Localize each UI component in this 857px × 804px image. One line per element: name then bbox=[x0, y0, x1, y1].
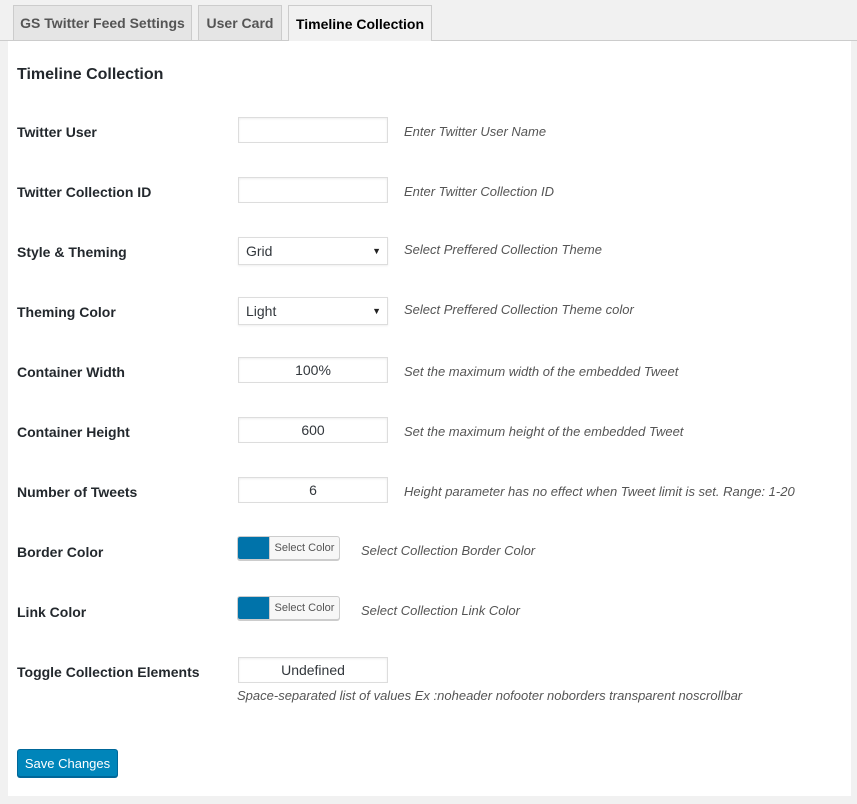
link-color-label: Link Color bbox=[17, 604, 87, 620]
link-color-picker-button[interactable]: Select Color bbox=[237, 596, 340, 620]
number-of-tweets-input[interactable] bbox=[238, 477, 388, 503]
border-color-swatch bbox=[238, 537, 270, 559]
collection-id-description: Enter Twitter Collection ID bbox=[404, 184, 555, 199]
border-color-picker-button[interactable]: Select Color bbox=[237, 536, 340, 560]
container-width-input[interactable] bbox=[238, 357, 388, 383]
tab-timeline-collection[interactable]: Timeline Collection bbox=[288, 5, 432, 41]
toggle-elements-label: Toggle Collection Elements bbox=[17, 664, 200, 680]
number-of-tweets-label: Number of Tweets bbox=[17, 484, 138, 500]
twitter-user-input[interactable] bbox=[238, 117, 388, 143]
section-title: Timeline Collection bbox=[17, 66, 164, 83]
toggle-elements-input[interactable] bbox=[238, 657, 388, 683]
style-theming-select[interactable]: Grid ▼ bbox=[238, 237, 388, 265]
link-color-description: Select Collection Link Color bbox=[361, 603, 520, 618]
dropdown-arrow-icon: ▼ bbox=[372, 306, 381, 316]
border-color-description: Select Collection Border Color bbox=[361, 543, 536, 558]
collection-id-input[interactable] bbox=[238, 177, 388, 203]
settings-panel: Timeline Collection Twitter User Enter T… bbox=[8, 41, 851, 796]
border-color-button-label: Select Color bbox=[274, 542, 335, 554]
container-width-label: Container Width bbox=[17, 364, 125, 380]
style-theming-value: Grid bbox=[246, 243, 273, 259]
container-height-input[interactable] bbox=[238, 417, 388, 443]
tab-user-card[interactable]: User Card bbox=[198, 5, 282, 40]
style-theming-description: Select Preffered Collection Theme bbox=[404, 242, 602, 257]
link-color-swatch bbox=[238, 597, 270, 619]
number-of-tweets-description: Height parameter has no effect when Twee… bbox=[404, 484, 795, 499]
style-theming-label: Style & Theming bbox=[17, 244, 127, 260]
theming-color-label: Theming Color bbox=[17, 304, 116, 320]
container-width-description: Set the maximum width of the embedded Tw… bbox=[404, 364, 679, 379]
dropdown-arrow-icon: ▼ bbox=[372, 246, 381, 256]
twitter-user-label: Twitter User bbox=[17, 124, 97, 140]
tab-gs-twitter-feed-settings[interactable]: GS Twitter Feed Settings bbox=[13, 5, 192, 40]
border-color-label: Border Color bbox=[17, 544, 104, 560]
link-color-button-label: Select Color bbox=[274, 602, 335, 614]
theming-color-description: Select Preffered Collection Theme color bbox=[404, 302, 634, 317]
save-changes-button[interactable]: Save Changes bbox=[17, 749, 118, 777]
container-height-label: Container Height bbox=[17, 424, 130, 440]
twitter-user-description: Enter Twitter User Name bbox=[404, 124, 547, 139]
collection-id-label: Twitter Collection ID bbox=[17, 184, 152, 200]
container-height-description: Set the maximum height of the embedded T… bbox=[404, 424, 684, 439]
tab-bar: GS Twitter Feed Settings User Card Timel… bbox=[0, 0, 857, 41]
toggle-elements-description: Space-separated list of values Ex :nohea… bbox=[237, 688, 743, 703]
theming-color-value: Light bbox=[246, 303, 277, 319]
theming-color-select[interactable]: Light ▼ bbox=[238, 297, 388, 325]
